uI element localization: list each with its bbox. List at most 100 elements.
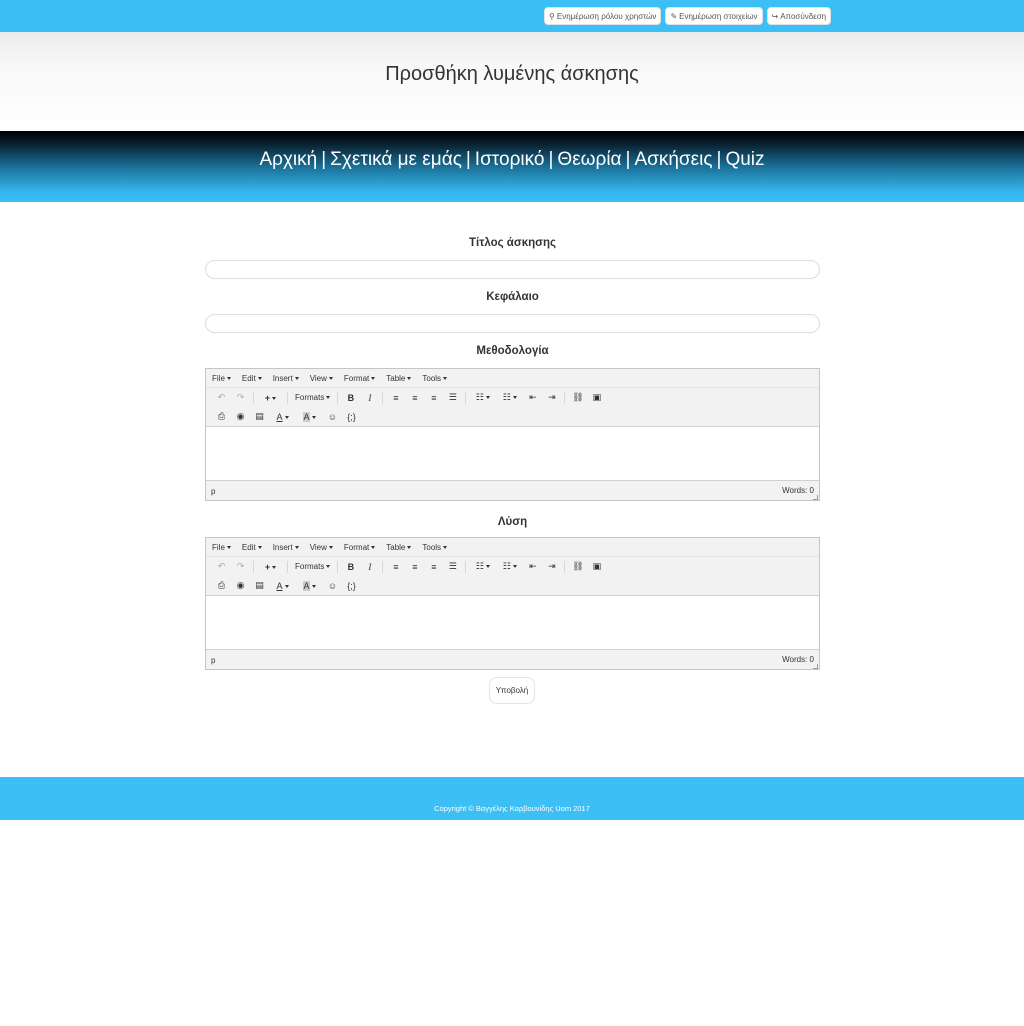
print-icon[interactable]: ⎙ (212, 411, 231, 422)
page-footer: Copyright © Βαγγέλης Καρβουνίδης Uom 201… (0, 777, 1024, 820)
resize-handle[interactable] (813, 495, 818, 500)
align-right-icon[interactable]: ≡ (424, 393, 443, 403)
align-justify-icon[interactable]: ☰ (443, 392, 462, 403)
menu-table[interactable]: Table (386, 374, 412, 383)
formats-dropdown[interactable]: Formats (291, 562, 334, 571)
page-header: Προσθήκη λυμένης άσκησης (0, 32, 1024, 131)
insert-plus-icon[interactable]: + (257, 393, 284, 403)
update-user-roles-label: Ενημέρωση ρόλου χρηστών (556, 11, 657, 21)
nav-separator: | (321, 149, 327, 170)
menu-view[interactable]: View (310, 374, 333, 383)
menu-insert[interactable]: Insert (273, 543, 299, 552)
preview-icon[interactable]: ◉ (231, 411, 250, 422)
update-user-roles-button[interactable]: ⚲ Ενημέρωση ρόλου χρηστών (544, 7, 662, 25)
image-icon[interactable]: ▣ (587, 561, 606, 572)
redo-icon[interactable]: ↷ (231, 561, 250, 572)
align-right-icon[interactable]: ≡ (424, 562, 443, 572)
bold-icon[interactable]: B (341, 393, 360, 403)
align-left-icon[interactable]: ≡ (386, 393, 405, 403)
nav-item-home[interactable]: Αρχική (259, 149, 317, 170)
nav-item-exercises[interactable]: Ασκήσεις (634, 149, 712, 170)
resize-handle[interactable] (813, 664, 818, 669)
nav-item-theory[interactable]: Θεωρία (557, 149, 621, 170)
align-justify-icon[interactable]: ☰ (443, 561, 462, 572)
nav-separator: | (465, 149, 471, 170)
menu-insert[interactable]: Insert (273, 374, 299, 383)
menu-format[interactable]: Format (344, 543, 376, 552)
outdent-icon[interactable]: ⇤ (523, 561, 542, 572)
link-icon[interactable]: ⛓ (568, 561, 587, 572)
editor-statusbar: p Words: 0 (206, 481, 819, 501)
nav-item-history[interactable]: Ιστορικό (475, 149, 545, 170)
logout-button[interactable]: ↪ Αποσύνδεση (766, 7, 832, 25)
preview-icon[interactable]: ◉ (231, 580, 250, 591)
top-bar: ⚲ Ενημέρωση ρόλου χρηστών ✎ Ενημέρωση στ… (0, 0, 1024, 32)
numbered-list-icon[interactable]: ☷ (496, 561, 523, 572)
undo-icon[interactable]: ↶ (212, 392, 231, 403)
page-title: Προσθήκη λυμένης άσκησης (385, 63, 639, 85)
editor-toolbar-2: ⎙ ◉ ▤ A A ☺ {;} (206, 407, 819, 426)
copyright-text: Copyright © Βαγγέλης Καρβουνίδης Uom 201… (434, 804, 590, 813)
align-left-icon[interactable]: ≡ (386, 562, 405, 572)
menu-view[interactable]: View (310, 543, 333, 552)
bold-icon[interactable]: B (341, 562, 360, 572)
align-center-icon[interactable]: ≡ (405, 562, 424, 572)
align-center-icon[interactable]: ≡ (405, 393, 424, 403)
methodology-editor: File Edit Insert View Format Table Tools… (205, 368, 820, 501)
solution-editor: File Edit Insert View Format Table Tools… (205, 537, 820, 670)
menu-file[interactable]: File (212, 374, 231, 383)
media-icon[interactable]: ▤ (250, 411, 269, 422)
outdent-icon[interactable]: ⇤ (523, 392, 542, 403)
menu-tools[interactable]: Tools (422, 374, 448, 383)
redo-icon[interactable]: ↷ (231, 392, 250, 403)
emoticons-icon[interactable]: ☺ (323, 581, 342, 591)
nav-separator: | (625, 149, 631, 170)
image-icon[interactable]: ▣ (587, 392, 606, 403)
italic-icon[interactable]: I (360, 393, 379, 403)
logout-label: Αποσύνδεση (780, 11, 827, 21)
nav-item-quiz[interactable]: Quiz (725, 149, 764, 170)
menu-file[interactable]: File (212, 543, 231, 552)
bullet-list-icon[interactable]: ☷ (469, 561, 496, 572)
main-nav: Αρχική | Σχετικά με εμάς | Ιστορικό | Θεωρία | Α… (0, 131, 1024, 202)
background-color-icon[interactable]: A (296, 411, 323, 422)
text-color-icon[interactable]: A (269, 581, 296, 591)
nav-separator: | (716, 149, 722, 170)
insert-plus-icon[interactable]: + (257, 562, 284, 572)
update-details-label: Ενημέρωση στοιχείων (679, 11, 758, 21)
emoticons-icon[interactable]: ☺ (323, 412, 342, 422)
update-details-button[interactable]: ✎ Ενημέρωση στοιχείων (665, 7, 763, 25)
menu-edit[interactable]: Edit (242, 543, 262, 552)
formats-dropdown[interactable]: Formats (291, 393, 334, 402)
chapter-input[interactable] (205, 314, 820, 333)
indent-icon[interactable]: ⇥ (542, 561, 561, 572)
editor-content-area[interactable] (206, 426, 819, 481)
element-path: p (211, 487, 216, 496)
editor-statusbar: p Words: 0 (206, 650, 819, 670)
italic-icon[interactable]: I (360, 562, 379, 572)
menu-tools[interactable]: Tools (422, 543, 448, 552)
code-sample-icon[interactable]: {;} (342, 412, 361, 422)
nav-item-about[interactable]: Σχετικά με εμάς (330, 149, 462, 170)
wrench-icon: ⚲ (549, 11, 555, 21)
chapter-label: Κεφάλαιο (486, 291, 539, 303)
editor-content-area[interactable] (206, 595, 819, 650)
title-input[interactable] (205, 260, 820, 279)
text-color-icon[interactable]: A (269, 412, 296, 422)
background-color-icon[interactable]: A (296, 580, 323, 591)
indent-icon[interactable]: ⇥ (542, 392, 561, 403)
bullet-list-icon[interactable]: ☷ (469, 392, 496, 403)
media-icon[interactable]: ▤ (250, 580, 269, 591)
numbered-list-icon[interactable]: ☷ (496, 392, 523, 403)
word-count: Words: 0 (782, 655, 814, 664)
submit-button[interactable]: Υποβολή (489, 677, 535, 704)
link-icon[interactable]: ⛓ (568, 392, 587, 403)
menu-format[interactable]: Format (344, 374, 376, 383)
undo-icon[interactable]: ↶ (212, 561, 231, 572)
code-sample-icon[interactable]: {;} (342, 581, 361, 591)
element-path: p (211, 656, 216, 665)
menu-table[interactable]: Table (386, 543, 412, 552)
menu-edit[interactable]: Edit (242, 374, 262, 383)
exercise-form: Τίτλος άσκησης Κεφάλαιο Μεθοδολογία File… (205, 232, 820, 670)
print-icon[interactable]: ⎙ (212, 580, 231, 591)
